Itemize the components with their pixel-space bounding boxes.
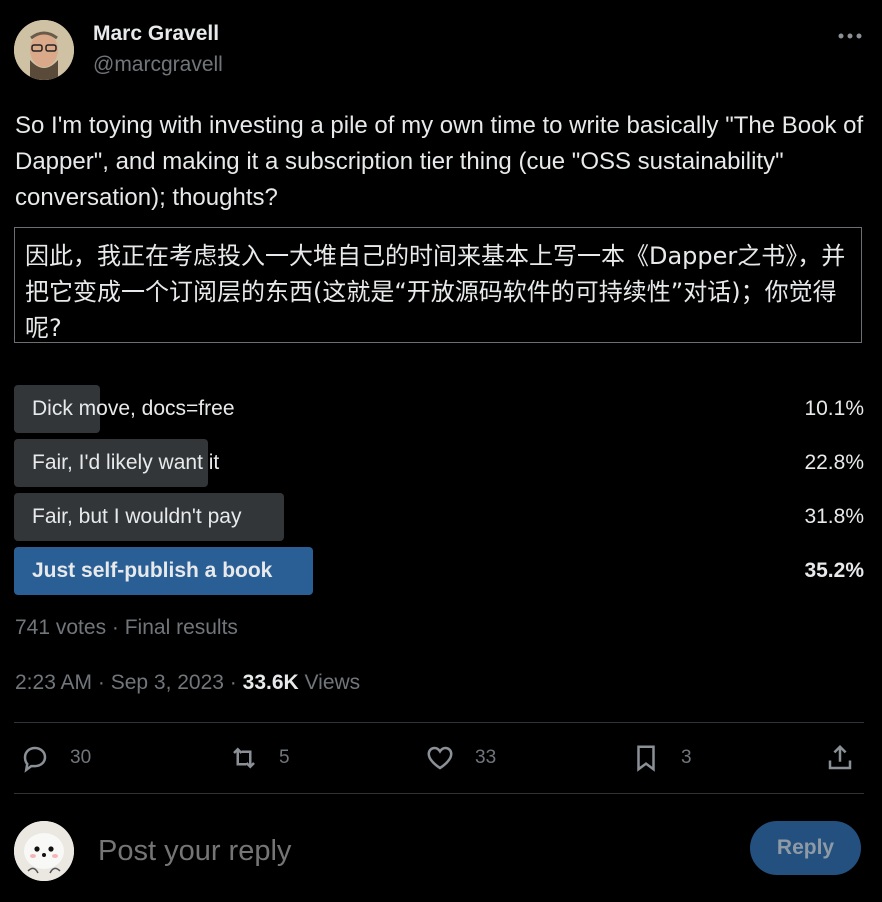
retweet-icon [233, 747, 255, 769]
retweet-count: 5 [279, 747, 290, 768]
reply-button[interactable]: Reply [750, 821, 861, 875]
bookmark-icon [637, 745, 655, 772]
divider [14, 793, 864, 794]
current-user-avatar[interactable] [14, 821, 74, 881]
timestamp-text[interactable]: 2:23 AM · Sep 3, 2023 · [15, 671, 243, 694]
poll-option-label: Just self-publish a book [32, 559, 273, 582]
views-label: Views [298, 671, 361, 694]
heart-icon [427, 746, 453, 770]
more-options-icon[interactable] [836, 22, 864, 46]
poll-option-label: Fair, I'd likely want it [32, 451, 220, 474]
views-count: 33.6K [242, 671, 299, 694]
bookmark-action[interactable]: 3 [631, 738, 692, 778]
poll-option-label: Dick move, docs=free [32, 397, 235, 420]
poll-option-winner: Just self-publish a book 35.2% [14, 547, 866, 595]
poll-option: Fair, I'd likely want it 22.8% [14, 439, 866, 487]
poll-option: Fair, but I wouldn't pay 31.8% [14, 493, 866, 541]
poll-option-percent: 35.2% [804, 559, 864, 582]
poll-option: Dick move, docs=free 10.1% [14, 385, 866, 433]
share-action[interactable] [825, 738, 855, 778]
reply-action[interactable]: 30 [20, 738, 91, 778]
retweet-action[interactable]: 5 [229, 738, 290, 778]
reply-input[interactable] [96, 830, 700, 872]
tweet-translation: 因此，我正在考虑投入一大堆自己的时间来基本上写一本《Dapper之书》，并把它变… [14, 227, 862, 343]
poll-option-percent: 31.8% [804, 505, 864, 528]
tweet-timestamp: 2:23 AM · Sep 3, 2023 · 33.6K Views [15, 671, 360, 695]
poll-option-percent: 22.8% [804, 451, 864, 474]
like-action[interactable]: 33 [425, 738, 496, 778]
divider [14, 722, 864, 723]
author-avatar[interactable] [14, 20, 74, 80]
author-name[interactable]: Marc Gravell [93, 22, 219, 46]
author-handle[interactable]: @marcgravell [93, 53, 223, 77]
reply-icon [23, 746, 47, 773]
poll-option-percent: 10.1% [804, 397, 864, 420]
poll-summary: 741 votes · Final results [15, 616, 238, 639]
bookmark-count: 3 [681, 747, 692, 768]
poll-option-label: Fair, but I wouldn't pay [32, 505, 242, 528]
share-icon [828, 744, 852, 770]
reply-count: 30 [70, 747, 92, 768]
like-count: 33 [475, 747, 497, 768]
tweet-text: So I'm toying with investing a pile of m… [15, 112, 864, 211]
